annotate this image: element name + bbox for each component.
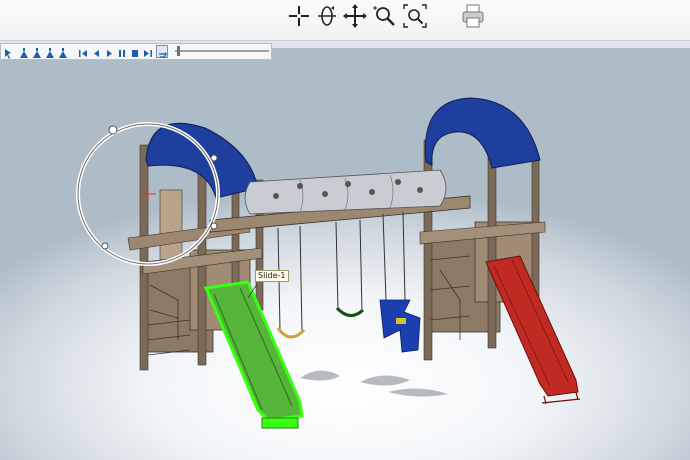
swing-shadow xyxy=(300,370,448,397)
skip-start-icon[interactable] xyxy=(77,45,89,58)
timeline-thumb[interactable] xyxy=(176,46,180,56)
viewpoint-3-icon[interactable] xyxy=(44,45,56,58)
zoom-window-icon[interactable] xyxy=(402,3,428,29)
right-canopy xyxy=(424,97,541,169)
main-toolbar xyxy=(0,0,690,41)
loop-icon[interactable] xyxy=(156,45,168,58)
animation-timeline[interactable] xyxy=(175,50,269,52)
crawl-tube[interactable] xyxy=(244,169,447,215)
pan-icon[interactable] xyxy=(342,3,368,29)
selected-slide[interactable] xyxy=(203,280,304,429)
viewpoint-4-icon[interactable] xyxy=(57,45,69,58)
3d-viewport[interactable]: Slide-1 xyxy=(0,48,690,460)
skip-end-icon[interactable] xyxy=(142,45,154,58)
printer-icon[interactable] xyxy=(460,3,486,29)
viewpoint-1-icon[interactable] xyxy=(18,45,30,58)
pointer-icon[interactable] xyxy=(3,45,15,59)
swing-set[interactable] xyxy=(276,211,421,353)
rotate-icon[interactable] xyxy=(314,3,340,29)
pause-icon[interactable] xyxy=(116,45,128,58)
play-icon[interactable] xyxy=(103,45,115,58)
part-tooltip: Slide-1 xyxy=(255,270,289,282)
crosshair-icon[interactable] xyxy=(286,3,312,29)
viewpoint-2-icon[interactable] xyxy=(31,45,43,58)
stop-icon[interactable] xyxy=(129,45,141,58)
step-back-icon[interactable] xyxy=(90,45,102,58)
animation-toolbar xyxy=(0,43,272,60)
zoom-icon[interactable] xyxy=(372,3,398,29)
